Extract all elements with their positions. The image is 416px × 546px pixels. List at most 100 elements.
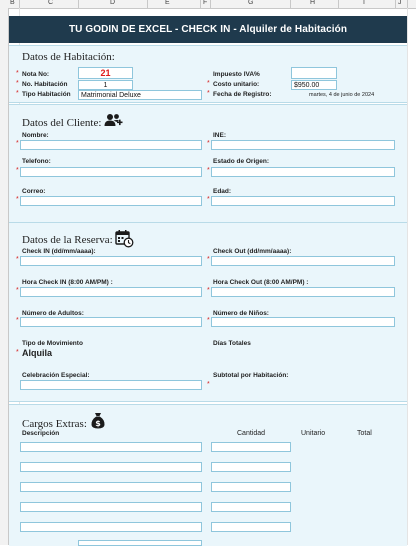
- numero-habitacion-label: No. Habitación: [22, 81, 68, 88]
- cargo-descripcion-field[interactable]: [78, 540, 202, 546]
- ninos-field[interactable]: [211, 317, 395, 327]
- hora-checkout-field[interactable]: [211, 287, 395, 297]
- column-header-i[interactable]: I: [363, 0, 365, 6]
- cargo-cantidad-field[interactable]: [211, 522, 291, 532]
- column-separator: [78, 0, 79, 8]
- svg-text:$: $: [95, 419, 101, 428]
- telefono-field[interactable]: [20, 167, 202, 177]
- column-separator: [147, 0, 148, 8]
- descripcion-column-header: Descripción: [22, 430, 60, 437]
- fecha-registro-label: Fecha de Registro:: [213, 91, 272, 98]
- required-marker: *: [207, 140, 210, 147]
- column-header-c[interactable]: C: [48, 0, 53, 6]
- fecha-registro-value[interactable]: martes, 4 de junio de 2024: [309, 92, 374, 98]
- required-marker: *: [16, 90, 19, 97]
- celebracion-label: Celebración Especial:: [22, 372, 90, 379]
- cliente-section-title: Datos del Cliente:: [22, 117, 102, 129]
- edad-field[interactable]: [211, 196, 395, 206]
- estado-origen-label: Estado de Origen:: [213, 158, 269, 165]
- cargo-cantidad-field[interactable]: [211, 442, 291, 452]
- required-marker: *: [207, 381, 210, 388]
- numero-habitacion-field[interactable]: 1: [78, 80, 133, 90]
- required-marker: *: [207, 287, 210, 294]
- cargo-descripcion-field[interactable]: [20, 462, 202, 472]
- cargo-descripcion-field[interactable]: [20, 442, 202, 452]
- column-separator: [395, 0, 396, 8]
- column-header-e[interactable]: E: [165, 0, 170, 6]
- column-separator: [338, 0, 339, 8]
- cargo-cantidad-field[interactable]: [211, 482, 291, 492]
- ine-label: INE:: [213, 132, 226, 139]
- hora-checkin-label: Hora Check IN (8:00 AM/PM) :: [22, 279, 113, 286]
- correo-field[interactable]: [20, 196, 202, 206]
- column-header-f[interactable]: F: [203, 0, 207, 6]
- column-header-h[interactable]: H: [310, 0, 315, 6]
- cargo-cantidad-field[interactable]: [211, 462, 291, 472]
- total-column-header: Total: [357, 430, 372, 437]
- checkout-label: Check Out (dd/mm/aaaa):: [213, 248, 292, 255]
- cargo-descripcion-field[interactable]: [20, 522, 202, 532]
- nota-label: Nota No:: [22, 71, 50, 78]
- ninos-label: Número de Niños:: [213, 310, 269, 317]
- habitacion-section-title: Datos de Habitación:: [22, 51, 115, 63]
- column-header-j[interactable]: J: [398, 0, 402, 6]
- column-header-bar: B C D E F G H I J: [0, 0, 416, 9]
- required-marker: *: [207, 196, 210, 203]
- impuesto-field[interactable]: [291, 67, 337, 79]
- required-marker: *: [207, 80, 210, 87]
- subtotal-label: Subtotal por Habitación:: [213, 372, 289, 379]
- hora-checkout-label: Hora Check Out (8:00 AM/PM) :: [213, 279, 309, 286]
- telefono-label: Telefono:: [22, 158, 51, 165]
- cargo-descripcion-field[interactable]: [20, 502, 202, 512]
- adultos-field[interactable]: [20, 317, 202, 327]
- required-marker: *: [16, 196, 19, 203]
- celebracion-field[interactable]: [20, 380, 202, 390]
- required-marker: *: [16, 349, 19, 356]
- nota-field[interactable]: 21: [78, 67, 133, 79]
- row-header-bar: [0, 8, 9, 545]
- required-marker: *: [207, 167, 210, 174]
- column-separator: [290, 0, 291, 8]
- column-header-d[interactable]: D: [110, 0, 115, 6]
- column-separator: [407, 0, 408, 8]
- correo-label: Correo:: [22, 188, 46, 195]
- costo-unitario-field[interactable]: $950.00: [291, 80, 337, 90]
- dias-totales-label: Días Totales: [213, 340, 251, 347]
- tipo-habitacion-label: Tipo Habitación: [22, 91, 71, 98]
- cargos-section-title: Cargos Extras:: [22, 418, 87, 430]
- estado-origen-field[interactable]: [211, 167, 395, 177]
- unitario-column-header: Unitario: [301, 430, 326, 437]
- required-marker: *: [16, 317, 19, 324]
- edad-label: Edad:: [213, 188, 232, 195]
- column-header-b[interactable]: B: [10, 0, 15, 6]
- checkout-field[interactable]: [211, 256, 395, 266]
- required-marker: *: [16, 70, 19, 77]
- nombre-field[interactable]: [20, 140, 202, 150]
- column-separator: [200, 0, 201, 8]
- tipo-movimiento-value[interactable]: Alquila: [22, 348, 52, 358]
- nombre-label: Nombre:: [22, 132, 49, 139]
- required-marker: *: [207, 256, 210, 263]
- impuesto-label: Impuesto IVA%: [213, 71, 260, 78]
- grid-column-line: [407, 8, 408, 545]
- column-separator: [19, 0, 20, 8]
- adultos-label: Número de Adultos:: [22, 310, 84, 317]
- column-header-g[interactable]: G: [248, 0, 253, 6]
- cantidad-column-header: Cantidad: [237, 430, 266, 437]
- money-bag-icon: $: [91, 413, 105, 429]
- users-icon: [104, 114, 123, 126]
- checkin-field[interactable]: [20, 256, 202, 266]
- column-separator: [210, 0, 211, 8]
- cargo-descripcion-field[interactable]: [20, 482, 202, 492]
- required-marker: *: [16, 287, 19, 294]
- costo-unitario-label: Costo unitario:: [213, 81, 260, 88]
- cargo-cantidad-field[interactable]: [211, 502, 291, 512]
- required-marker: *: [207, 317, 210, 324]
- page-title: TU GODIN DE EXCEL - CHECK IN - Alquiler …: [9, 16, 407, 43]
- ine-field[interactable]: [211, 140, 395, 150]
- hora-checkin-field[interactable]: [20, 287, 202, 297]
- checkin-label: Check IN (dd/mm/aaaa):: [22, 248, 96, 255]
- tipo-habitacion-field[interactable]: Matrimonial Deluxe: [78, 90, 202, 100]
- required-marker: *: [16, 167, 19, 174]
- required-marker: *: [16, 256, 19, 263]
